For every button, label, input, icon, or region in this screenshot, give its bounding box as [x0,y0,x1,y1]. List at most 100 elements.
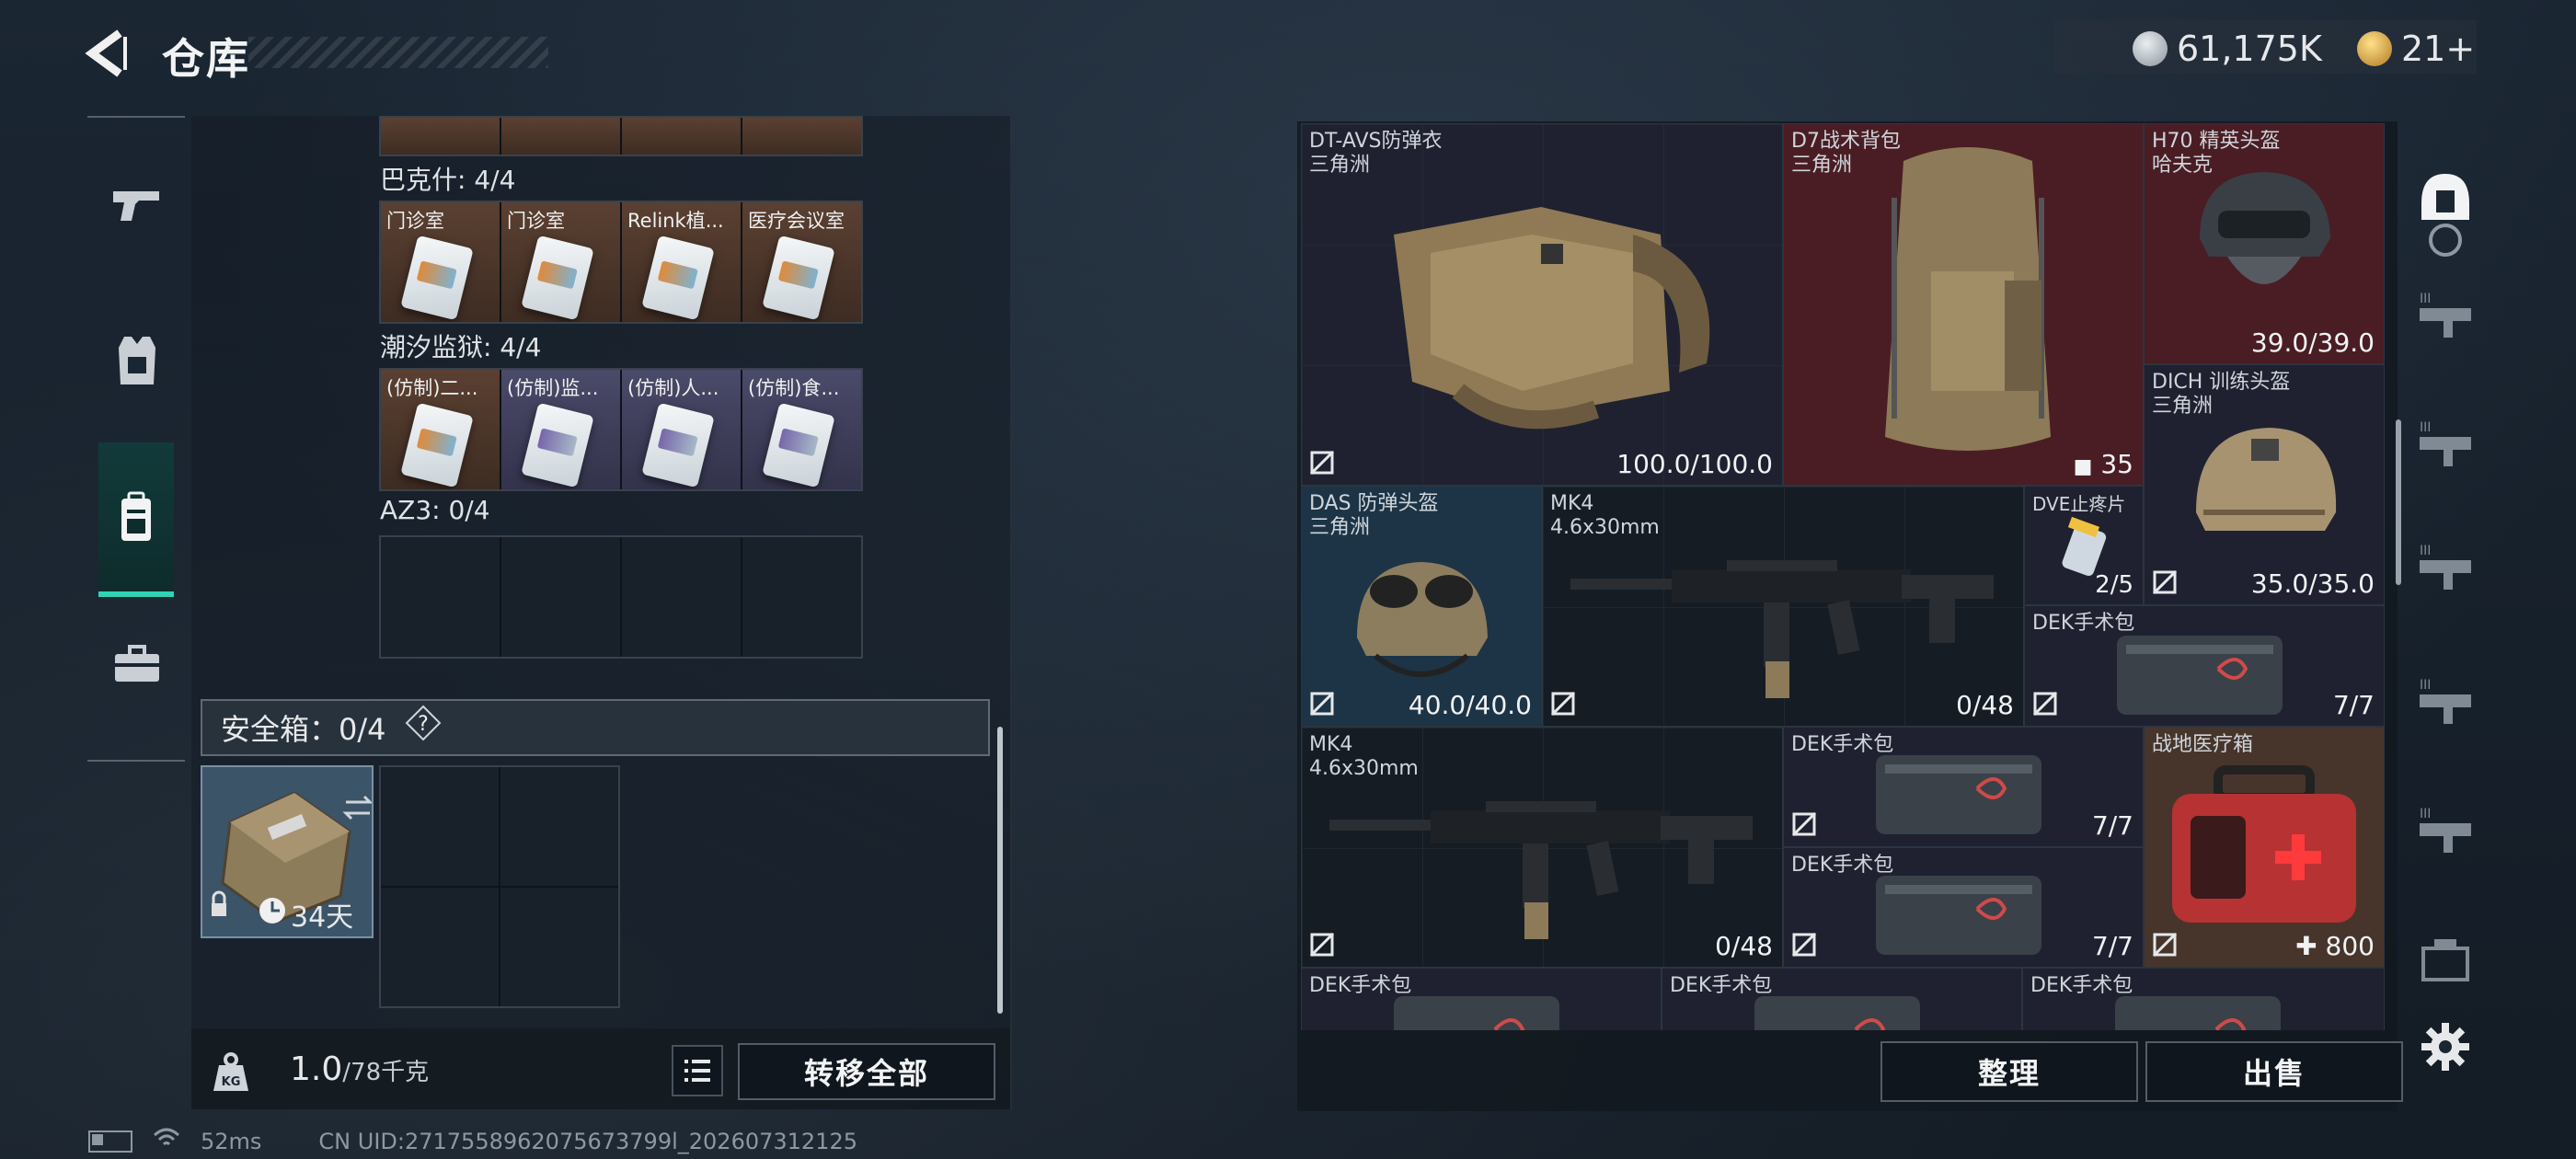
help-icon: ? [405,705,442,741]
empty-slot [500,888,618,1006]
backpack-icon [121,491,151,541]
keycard-item[interactable]: 门诊室 [501,202,620,322]
nav-case[interactable] [100,627,174,701]
keycard-label: (仿制)人... [627,377,719,399]
filter-class-3e[interactable]: III [2409,797,2482,865]
keycard-item[interactable]: Relink植... [622,202,741,322]
durability: 40.0/40.0 [1408,690,1532,720]
capacity: ■ 35 [2073,449,2133,479]
keycard-item[interactable]: 医疗会议室 [742,202,861,322]
keycard-item[interactable]: 门诊室 [381,202,500,322]
left-scrollbar[interactable] [997,727,1003,1014]
keycard-icon [762,235,835,321]
keycard-slot[interactable] [501,118,620,155]
uninsured-icon [1791,932,1817,958]
item-surgery-kit[interactable]: DEK手术包 [1301,968,1662,1030]
item-name: DEK手术包 [1791,854,1894,877]
empty-slot [381,767,499,886]
empty-slot [622,537,741,657]
lock-icon: ■ [2073,455,2093,478]
back-button[interactable] [83,26,138,81]
keycard-label: 门诊室 [386,210,444,232]
pill-bottle-icon [2062,516,2107,577]
help-button[interactable]: ? [405,705,442,741]
transfer-all-button[interactable]: 转移全部 [738,1043,995,1100]
keycard-slot[interactable] [381,118,500,155]
item-vest[interactable]: DT-AVS防弹衣 三角洲 100.0/100.0 [1301,123,1783,486]
item-name: 战地医疗箱 [2152,733,2254,756]
inventory-scrollbar[interactable] [2396,419,2401,585]
left-nav [87,116,185,762]
currency-coins[interactable]: 61,175K [2133,18,2322,79]
item-field-medkit[interactable]: 战地医疗箱 ✚ 800 [2144,727,2385,968]
currency-premium[interactable]: 21+ [2357,18,2475,79]
filter-all[interactable] [2409,162,2482,263]
uid-text: CN UID:2717558962075673799l_202607312125 [318,1129,857,1154]
list-view-button[interactable] [672,1045,723,1096]
ping-value: 52ms [201,1129,262,1154]
svg-text:III: III [2420,292,2431,306]
keycard-item[interactable]: (仿制)食... [742,370,861,489]
empty-slot [501,537,620,657]
uninsured-icon [2152,932,2178,958]
item-surgery-kit[interactable]: DEK手术包 [2022,968,2385,1030]
rifle-filter-icon: III [2420,544,2471,590]
uses: 7/7 [2091,931,2133,961]
pistol-icon [113,191,159,221]
filter-class-3[interactable]: III [2409,281,2482,350]
keycard-item[interactable]: (仿制)二... [381,370,500,489]
uses: 7/7 [2091,810,2133,841]
safe-box-item[interactable]: 34天 [201,765,374,938]
gear-icon [2421,1023,2469,1071]
svg-text:III: III [2420,420,2431,435]
keycard-label: (仿制)二... [386,377,478,399]
item-helmet-h70[interactable]: H70 精英头盔 哈夫克 39.0/39.0 [2144,123,2385,364]
first-aid-kit-icon [1754,996,1920,1030]
item-helmet-das[interactable]: DAS 防弹头盔 三角洲 40.0/40.0 [1301,486,1542,727]
item-mk4[interactable]: MK4 4.6x30mm 0/48 [1542,486,2024,727]
filter-class-3c[interactable]: III [2409,534,2482,602]
item-name: MK4 4.6x30mm [1309,733,1419,780]
rifle-icon [1329,801,1753,939]
empty-slot [381,888,499,1006]
empty-slot [500,767,618,886]
keycard-slot[interactable] [622,118,741,155]
keycard-item[interactable]: (仿制)人... [622,370,741,489]
nav-armor[interactable] [100,324,174,397]
item-surgery-kit[interactable]: DEK手术包 7/7 [1783,847,2144,968]
warehouse-icon [2421,174,2469,257]
filter-class-3b[interactable]: III [2409,410,2482,478]
premium-coin-icon [2357,31,2392,66]
sell-button[interactable]: 出售 [2145,1041,2403,1102]
item-surgery-kit[interactable]: DEK手术包 7/7 [2024,605,2385,727]
swap-icon [342,795,374,820]
item-surgery-kit[interactable]: DEK手术包 7/7 [1783,727,2144,847]
nav-backpack[interactable] [98,442,174,597]
back-arrow-icon [85,29,127,77]
settings-button[interactable] [2420,1021,2471,1073]
filter-misc[interactable] [2409,925,2482,993]
filter-class-3d[interactable]: III [2409,668,2482,736]
keycard-icon [762,402,835,488]
item-name: DT-AVS防弹衣 三角洲 [1309,130,1443,177]
item-surgery-kit[interactable]: DEK手术包 [1662,968,2022,1030]
item-painkiller[interactable]: DVE止疼片 2/5 [2024,486,2144,605]
item-mk4[interactable]: MK4 4.6x30mm 0/48 [1301,727,1783,968]
item-name: H70 精英头盔 哈夫克 [2152,130,2281,177]
keycard-icon [641,235,715,321]
item-backpack[interactable]: D7战术背包 三角洲 ■ 35 [1783,123,2144,486]
armor-vest-icon [119,337,155,384]
sort-button[interactable]: 整理 [1880,1041,2138,1102]
empty-slot [742,537,861,657]
item-helmet-dich[interactable]: DICH 训练头盔 三角洲 35.0/35.0 [2144,364,2385,605]
durability: 35.0/35.0 [2250,568,2375,599]
section-label: 潮汐监狱: 4/4 [380,332,542,362]
keycard-slot[interactable] [742,118,861,155]
uninsured-icon [1309,450,1335,476]
nav-weapon[interactable] [100,167,174,241]
keycard-item[interactable]: (仿制)监... [501,370,620,489]
svg-text:KG: KG [222,1075,241,1089]
item-name: DEK手术包 [1791,733,1894,756]
rifle-filter-icon: III [2420,807,2471,853]
inventory-grid: DT-AVS防弹衣 三角洲 100.0/100.0 D7战术背包 三角洲 ■ 35 … [1301,123,2385,1030]
